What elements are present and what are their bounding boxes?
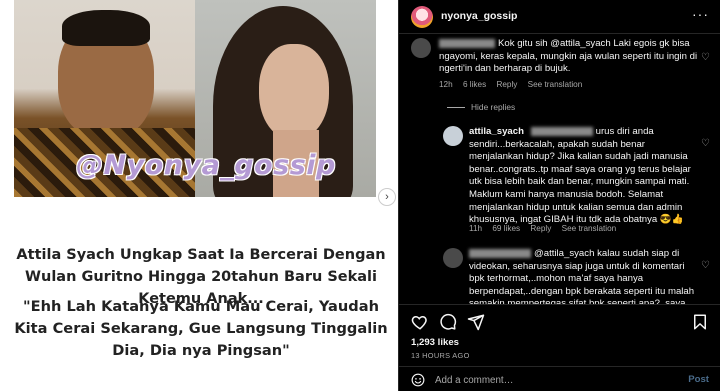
reply-meta: 11h 69 likes Reply See translation [469, 224, 624, 233]
reply-button[interactable]: Reply [530, 224, 551, 233]
hide-replies-button[interactable]: Hide replies [447, 102, 515, 112]
post-photo: @Nyonya_gossip [14, 0, 376, 197]
reply-text: @attila_syach kalau sudah siap di videok… [469, 248, 695, 304]
redacted-username [469, 248, 531, 258]
reply-likes[interactable]: 69 likes [492, 224, 520, 233]
reply-avatar[interactable] [443, 248, 463, 268]
reply-text: attila_syach urus diri anda sendiri...be… [469, 126, 691, 226]
like-icon[interactable] [411, 313, 429, 331]
avatar[interactable] [411, 6, 433, 28]
action-bar [399, 304, 720, 336]
carousel-next-icon[interactable]: › [378, 188, 396, 206]
post-button[interactable]: Post [688, 374, 709, 385]
reply-button[interactable]: Reply [496, 80, 517, 89]
reply-avatar[interactable] [443, 126, 463, 146]
watermark: @Nyonya_gossip [76, 150, 336, 181]
comment-list: Kok gitu sih @attila_syach Laki egois gk… [399, 34, 720, 304]
redacted-username [439, 38, 495, 48]
see-translation-link[interactable]: See translation [528, 80, 583, 89]
like-reply-icon[interactable]: ♡ [701, 260, 710, 271]
comments-panel: nyonya_gossip ··· Kok gitu sih @attila_s… [398, 0, 720, 391]
share-icon[interactable] [467, 313, 485, 331]
reply-time: 11h [469, 224, 483, 233]
comment-time: 12h [439, 80, 453, 89]
comment-meta: 12h 6 likes Reply See translation [439, 80, 590, 89]
save-icon[interactable] [691, 313, 709, 331]
more-options-icon[interactable]: ··· [692, 6, 709, 22]
redacted-mention [530, 126, 593, 136]
likes-count[interactable]: 1,293 likes [411, 337, 459, 348]
comment-icon[interactable] [439, 313, 457, 331]
like-comment-icon[interactable]: ♡ [701, 52, 710, 63]
post-header: nyonya_gossip ··· [399, 0, 720, 34]
emoji-icon[interactable] [411, 373, 425, 387]
comment-likes[interactable]: 6 likes [463, 80, 486, 89]
like-reply-icon[interactable]: ♡ [701, 138, 710, 149]
see-translation-link[interactable]: See translation [562, 224, 617, 233]
add-comment-bar: Post [399, 366, 720, 391]
header-username[interactable]: nyonya_gossip [441, 10, 517, 22]
post-quote: "Ehh Lah Katanya Kamu Mau Cerai, Yaudah … [14, 298, 388, 359]
post-image[interactable]: @Nyonya_gossip › Attila Syach Ungkap Saa… [0, 0, 398, 391]
comment-text: Kok gitu sih @attila_syach Laki egois gk… [439, 38, 698, 75]
reply-username[interactable]: attila_syach [469, 126, 524, 137]
comment-avatar[interactable] [411, 38, 431, 58]
comment-input[interactable] [435, 373, 675, 387]
post-timestamp: 13 HOURS AGO [411, 351, 470, 360]
